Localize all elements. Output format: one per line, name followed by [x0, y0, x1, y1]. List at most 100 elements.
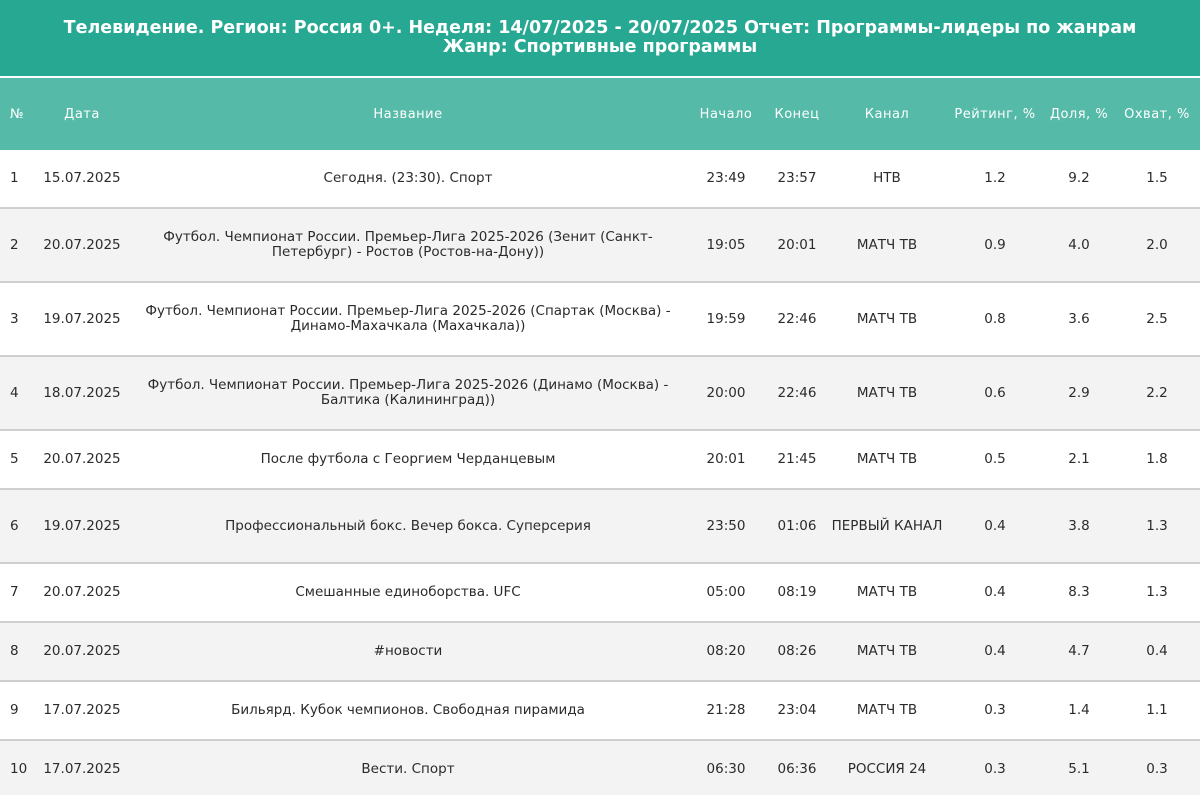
cell-rating: 1.2: [984, 170, 1006, 186]
cell-share: 4.0: [1068, 236, 1090, 253]
table-row: 5 20.07.2025 После футбола с Георгием Че…: [0, 431, 1200, 490]
cell-share: 1.4: [1068, 702, 1090, 718]
cell-reach: 1.3: [1146, 517, 1168, 534]
cell-start: 23:50: [706, 517, 746, 534]
cell-end: 08:26: [777, 643, 817, 659]
cell-num: 7: [10, 584, 19, 600]
cell-date: 18.07.2025: [43, 384, 121, 401]
cell-rating: 0.5: [984, 451, 1006, 467]
cell-name: После футбола с Георгием Черданцевым: [260, 451, 556, 467]
table-row: 2 20.07.2025 Футбол. Чемпионат России. П…: [0, 209, 1200, 283]
cell-channel: МАТЧ ТВ: [856, 451, 918, 467]
cell-start: 23:49: [706, 170, 746, 186]
cell-rating: 0.3: [984, 702, 1006, 718]
cell-date: 20.07.2025: [43, 451, 121, 467]
cell-num: 3: [10, 310, 19, 327]
table-body: 1 15.07.2025 Сегодня. (23:30). Спорт 23:…: [0, 150, 1200, 795]
cell-share: 3.8: [1068, 517, 1090, 534]
cell-rating: 0.4: [984, 517, 1006, 534]
cell-date: 20.07.2025: [43, 584, 121, 600]
table-row: 7 20.07.2025 Смешанные единоборства. UFC…: [0, 564, 1200, 623]
cell-reach: 1.1: [1146, 702, 1168, 718]
cell-date: 15.07.2025: [43, 170, 121, 186]
cell-start: 19:05: [706, 236, 746, 253]
cell-reach: 1.3: [1146, 584, 1168, 600]
cell-num: 8: [10, 643, 19, 659]
cell-num: 5: [10, 451, 19, 467]
cell-num: 10: [10, 761, 28, 777]
cell-reach: 0.3: [1146, 761, 1168, 777]
table-row: 10 17.07.2025 Вести. Спорт 06:30 06:36 Р…: [0, 741, 1200, 795]
column-header-name: Название: [373, 106, 443, 122]
cell-end: 23:57: [777, 170, 817, 186]
cell-channel: МАТЧ ТВ: [856, 310, 918, 327]
cell-share: 2.9: [1068, 384, 1090, 401]
cell-channel: РОССИЯ 24: [847, 761, 927, 777]
cell-name: Бильярд. Кубок чемпионов. Свободная пира…: [231, 702, 585, 718]
cell-channel: МАТЧ ТВ: [856, 236, 918, 253]
cell-reach: 2.0: [1146, 236, 1168, 253]
column-header-share: Доля, %: [1049, 106, 1109, 122]
cell-reach: 2.2: [1146, 384, 1168, 401]
table-row: 1 15.07.2025 Сегодня. (23:30). Спорт 23:…: [0, 150, 1200, 209]
column-header-num: №: [9, 106, 25, 122]
cell-end: 22:46: [777, 384, 817, 401]
cell-channel: МАТЧ ТВ: [856, 584, 918, 600]
cell-start: 20:01: [706, 451, 746, 467]
cell-start: 05:00: [706, 584, 746, 600]
cell-name: Профессиональный бокс. Вечер бокса. Супе…: [225, 517, 591, 534]
table-row: 9 17.07.2025 Бильярд. Кубок чемпионов. С…: [0, 682, 1200, 741]
cell-name: Сегодня. (23:30). Спорт: [323, 170, 493, 186]
cell-start: 08:20: [706, 643, 746, 659]
cell-num: 4: [10, 384, 19, 401]
cell-share: 9.2: [1068, 170, 1090, 186]
cell-date: 17.07.2025: [43, 761, 121, 777]
report: Телевидение. Регион: Россия 0+. Неделя: …: [0, 0, 1200, 795]
cell-start: 06:30: [706, 761, 746, 777]
cell-share: 8.3: [1068, 584, 1090, 600]
column-header-channel: Канал: [864, 106, 910, 122]
cell-channel: МАТЧ ТВ: [856, 702, 918, 718]
cell-rating: 0.4: [984, 643, 1006, 659]
cell-date: 19.07.2025: [43, 310, 121, 327]
cell-date: 17.07.2025: [43, 702, 121, 718]
cell-name: Смешанные единоборства. UFC: [295, 584, 521, 600]
cell-reach: 1.8: [1146, 451, 1168, 467]
table-row: 6 19.07.2025 Профессиональный бокс. Вече…: [0, 490, 1200, 564]
table-row: 4 18.07.2025 Футбол. Чемпионат России. П…: [0, 357, 1200, 431]
cell-reach: 0.4: [1146, 643, 1168, 659]
column-header-end: Конец: [774, 106, 820, 122]
cell-end: 22:46: [777, 310, 817, 327]
cell-share: 3.6: [1068, 310, 1090, 327]
cell-name: Футбол. Чемпионат России. Премьер-Лига 2…: [163, 229, 653, 260]
cell-end: 21:45: [777, 451, 817, 467]
cell-end: 01:06: [777, 517, 817, 534]
cell-end: 08:19: [777, 584, 817, 600]
cell-channel: ПЕРВЫЙ КАНАЛ: [831, 517, 943, 534]
cell-start: 21:28: [706, 702, 746, 718]
cell-start: 20:00: [706, 384, 746, 401]
cell-num: 1: [10, 170, 19, 186]
column-header-reach: Охват, %: [1124, 106, 1190, 122]
cell-date: 19.07.2025: [43, 517, 121, 534]
column-header-date: Дата: [64, 106, 100, 122]
cell-share: 4.7: [1068, 643, 1090, 659]
cell-channel: МАТЧ ТВ: [856, 384, 918, 401]
table-row: 3 19.07.2025 Футбол. Чемпионат России. П…: [0, 283, 1200, 357]
cell-end: 06:36: [777, 761, 817, 777]
cell-date: 20.07.2025: [43, 236, 121, 253]
cell-num: 2: [10, 236, 19, 253]
report-title: Телевидение. Регион: Россия 0+. Неделя: …: [0, 0, 1200, 76]
cell-share: 5.1: [1068, 761, 1090, 777]
cell-num: 6: [10, 517, 19, 534]
cell-name: Футбол. Чемпионат России. Премьер-Лига 2…: [147, 377, 669, 408]
cell-name: Футбол. Чемпионат России. Премьер-Лига 2…: [145, 303, 671, 334]
column-header-rating: Рейтинг, %: [954, 106, 1036, 122]
table-row: 8 20.07.2025 #новости 08:20 08:26 МАТЧ Т…: [0, 623, 1200, 682]
cell-end: 20:01: [777, 236, 817, 253]
cell-reach: 2.5: [1146, 310, 1168, 327]
cell-rating: 0.8: [984, 310, 1006, 327]
cell-channel: НТВ: [873, 170, 901, 186]
cell-end: 23:04: [777, 702, 817, 718]
cell-rating: 0.4: [984, 584, 1006, 600]
